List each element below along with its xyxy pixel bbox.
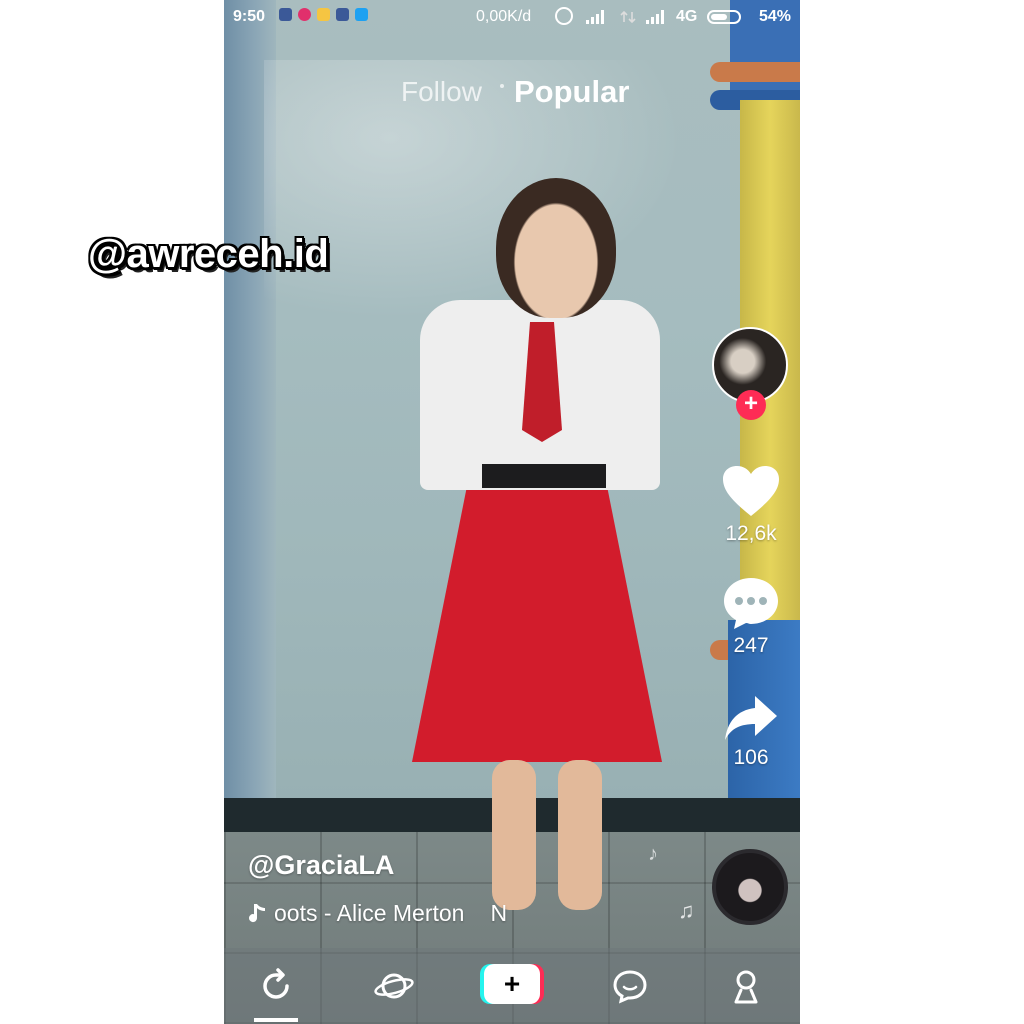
tab-separator bbox=[500, 84, 504, 88]
home-icon bbox=[263, 968, 289, 999]
comment-count: 247 bbox=[733, 634, 769, 657]
nav-home[interactable] bbox=[254, 964, 298, 1008]
instagram-icon bbox=[298, 8, 311, 21]
heart-icon bbox=[723, 466, 779, 516]
nav-profile[interactable] bbox=[724, 964, 768, 1008]
nav-active-indicator bbox=[254, 1018, 298, 1022]
twitter-icon bbox=[355, 8, 368, 21]
comment-icon bbox=[724, 578, 778, 629]
share-count: 106 bbox=[733, 746, 769, 769]
status-bar: 9:50 0,00K/d 4G 54% bbox=[224, 0, 800, 34]
like-count: 12,6k bbox=[725, 522, 777, 545]
kid-belt bbox=[482, 464, 606, 488]
video-username[interactable]: @GraciaLA bbox=[248, 850, 394, 881]
pillar-band bbox=[710, 62, 800, 82]
music-title-next: N bbox=[490, 900, 508, 926]
share-button[interactable]: 106 bbox=[708, 694, 794, 770]
network-speed: 0,00K/d bbox=[476, 8, 532, 25]
phone-screen: 9:50 0,00K/d 4G 54% Follow Popular + 12,… bbox=[224, 0, 800, 1024]
network-type: 4G bbox=[676, 8, 698, 25]
follow-plus-button[interactable]: + bbox=[736, 390, 766, 420]
kid-legs bbox=[492, 760, 602, 920]
watermark-text: @awreceh.id bbox=[88, 232, 329, 276]
create-button[interactable]: + bbox=[484, 964, 540, 1004]
kid-leg-left bbox=[492, 760, 536, 910]
battery-percent: 54% bbox=[759, 8, 792, 25]
floating-note-icon: ♫ bbox=[678, 898, 695, 923]
inbox-icon bbox=[613, 970, 647, 1004]
music-disc[interactable] bbox=[712, 849, 788, 925]
music-title: oots - Alice Merton bbox=[274, 900, 465, 926]
kid-head bbox=[496, 178, 616, 318]
facebook-icon bbox=[336, 8, 349, 21]
like-button[interactable]: 12,6k bbox=[708, 464, 794, 546]
kid-leg-right bbox=[558, 760, 602, 910]
comment-button[interactable]: 247 bbox=[708, 576, 794, 658]
profile-icon bbox=[734, 970, 758, 1004]
signal-icon bbox=[646, 10, 664, 24]
music-note-icon bbox=[249, 903, 265, 922]
notification-icons bbox=[279, 8, 368, 21]
nav-inbox[interactable] bbox=[608, 964, 652, 1008]
facebook-icon bbox=[279, 8, 292, 21]
status-time: 9:50 bbox=[233, 8, 266, 25]
tab-follow[interactable]: Follow bbox=[401, 76, 482, 108]
music-marquee[interactable]: oots - Alice Merton N bbox=[248, 900, 507, 927]
bottom-nav: + bbox=[224, 948, 800, 1024]
discover-icon bbox=[374, 973, 414, 999]
share-arrow-icon bbox=[725, 696, 777, 740]
floating-note-icon: ♪ bbox=[648, 843, 658, 865]
data-transfer-icon bbox=[620, 10, 636, 24]
signal-icon bbox=[586, 10, 604, 24]
tab-popular[interactable]: Popular bbox=[514, 74, 629, 110]
alarm-icon bbox=[555, 7, 573, 25]
nav-discover[interactable] bbox=[372, 964, 416, 1008]
message-icon bbox=[317, 8, 330, 21]
battery-icon bbox=[707, 10, 741, 24]
